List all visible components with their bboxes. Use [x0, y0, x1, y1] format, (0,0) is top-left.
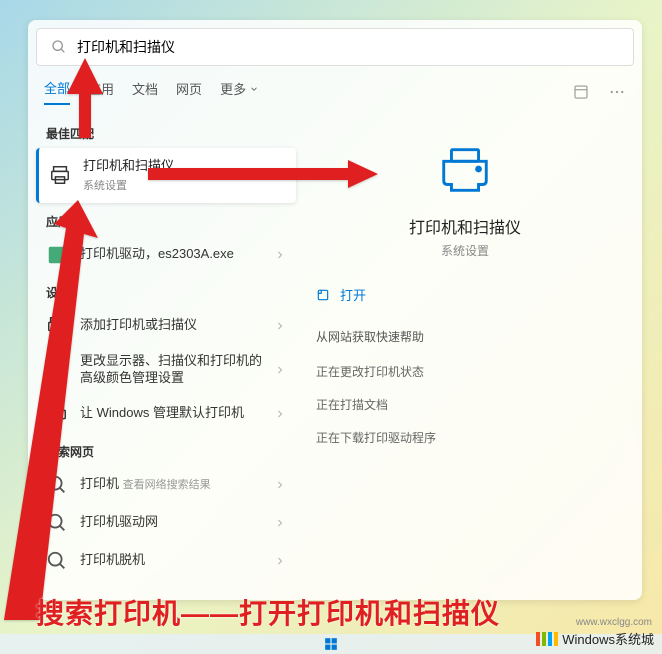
result-title: 打印机 查看网络搜索结果: [80, 476, 262, 493]
more-options-icon[interactable]: [608, 83, 626, 101]
results-list: 最佳匹配 打印机和扫描仪 系统设置 应用 打印机驱动，es2303A.exe: [36, 115, 296, 580]
web-item[interactable]: 打印机驱动网: [36, 504, 296, 542]
quick-help-header: 从网站获取快速帮助: [312, 314, 618, 355]
open-button[interactable]: 打开: [312, 275, 618, 314]
printer-add-icon: [46, 315, 68, 337]
web-item[interactable]: 打印机脱机: [36, 542, 296, 580]
search-bar[interactable]: [36, 28, 634, 66]
settings-item[interactable]: 让 Windows 管理默认打印机: [36, 395, 296, 433]
chevron-right-icon: [274, 320, 286, 332]
tab-all[interactable]: 全部: [44, 78, 70, 105]
chevron-right-icon: [274, 479, 286, 491]
search-icon: [51, 39, 67, 55]
chevron-right-icon: [274, 555, 286, 567]
windows-logo-icon: [536, 632, 558, 646]
annotation-text: 搜索打印机——打开打印机和扫描仪: [36, 592, 500, 632]
chevron-right-icon: [274, 364, 286, 376]
tab-web[interactable]: 网页: [176, 79, 202, 104]
recent-icon[interactable]: [572, 83, 590, 101]
result-title: 打印机驱动，es2303A.exe: [80, 246, 262, 263]
watermark-url: www.wxclgg.com: [576, 617, 652, 628]
settings-item[interactable]: 添加打印机或扫描仪: [36, 307, 296, 345]
quick-help-item[interactable]: 正在下载打印驱动程序: [312, 421, 618, 454]
quick-help-item[interactable]: 正在打描文档: [312, 388, 618, 421]
chevron-down-icon: [249, 84, 259, 94]
color-icon: [46, 359, 68, 381]
printer-icon: [46, 403, 68, 425]
tabs-row: 全部 应用 文档 网页 更多: [28, 78, 642, 115]
search-panel: 全部 应用 文档 网页 更多 最佳匹配 打印机和扫描仪 系统设置 应用: [28, 20, 642, 600]
web-item[interactable]: 打印机 查看网络搜索结果: [36, 466, 296, 504]
result-title: 打印机和扫描仪: [83, 158, 286, 175]
quick-help-item[interactable]: 正在更改打印机状态: [312, 355, 618, 388]
search-icon: [46, 550, 68, 572]
tab-more[interactable]: 更多: [220, 79, 259, 104]
section-apps: 应用: [36, 203, 296, 236]
tab-apps[interactable]: 应用: [88, 79, 114, 104]
search-icon: [46, 474, 68, 496]
result-title: 打印机驱动网: [80, 514, 262, 531]
tab-documents[interactable]: 文档: [132, 79, 158, 104]
chevron-right-icon: [274, 517, 286, 529]
result-title: 让 Windows 管理默认打印机: [80, 405, 262, 422]
result-title: 打印机脱机: [80, 552, 262, 569]
search-input[interactable]: [77, 39, 619, 55]
chevron-right-icon: [274, 249, 286, 261]
app-icon: [46, 244, 68, 266]
detail-sub: 系统设置: [312, 242, 618, 259]
start-icon[interactable]: [324, 637, 338, 651]
detail-pane: 打印机和扫描仪 系统设置 打开 从网站获取快速帮助 正在更改打印机状态 正在打描…: [296, 115, 634, 580]
app-item[interactable]: 打印机驱动，es2303A.exe: [36, 236, 296, 274]
chevron-right-icon: [274, 408, 286, 420]
result-sub: 系统设置: [83, 177, 286, 193]
settings-item[interactable]: 更改显示器、扫描仪和打印机的高级颜色管理设置: [36, 345, 296, 395]
open-label: 打开: [340, 285, 366, 304]
section-settings: 设置: [36, 274, 296, 307]
result-title: 添加打印机或扫描仪: [80, 317, 262, 334]
printer-icon: [49, 164, 71, 186]
detail-title: 打印机和扫描仪: [312, 214, 618, 238]
best-match-item[interactable]: 打印机和扫描仪 系统设置: [36, 148, 296, 203]
printer-hero-icon: [436, 145, 494, 195]
open-icon: [316, 288, 330, 302]
section-web: 搜索网页: [36, 433, 296, 466]
watermark: Windows系统城: [536, 629, 654, 648]
search-icon: [46, 512, 68, 534]
result-title: 更改显示器、扫描仪和打印机的高级颜色管理设置: [80, 353, 262, 387]
section-best-match: 最佳匹配: [36, 115, 296, 148]
